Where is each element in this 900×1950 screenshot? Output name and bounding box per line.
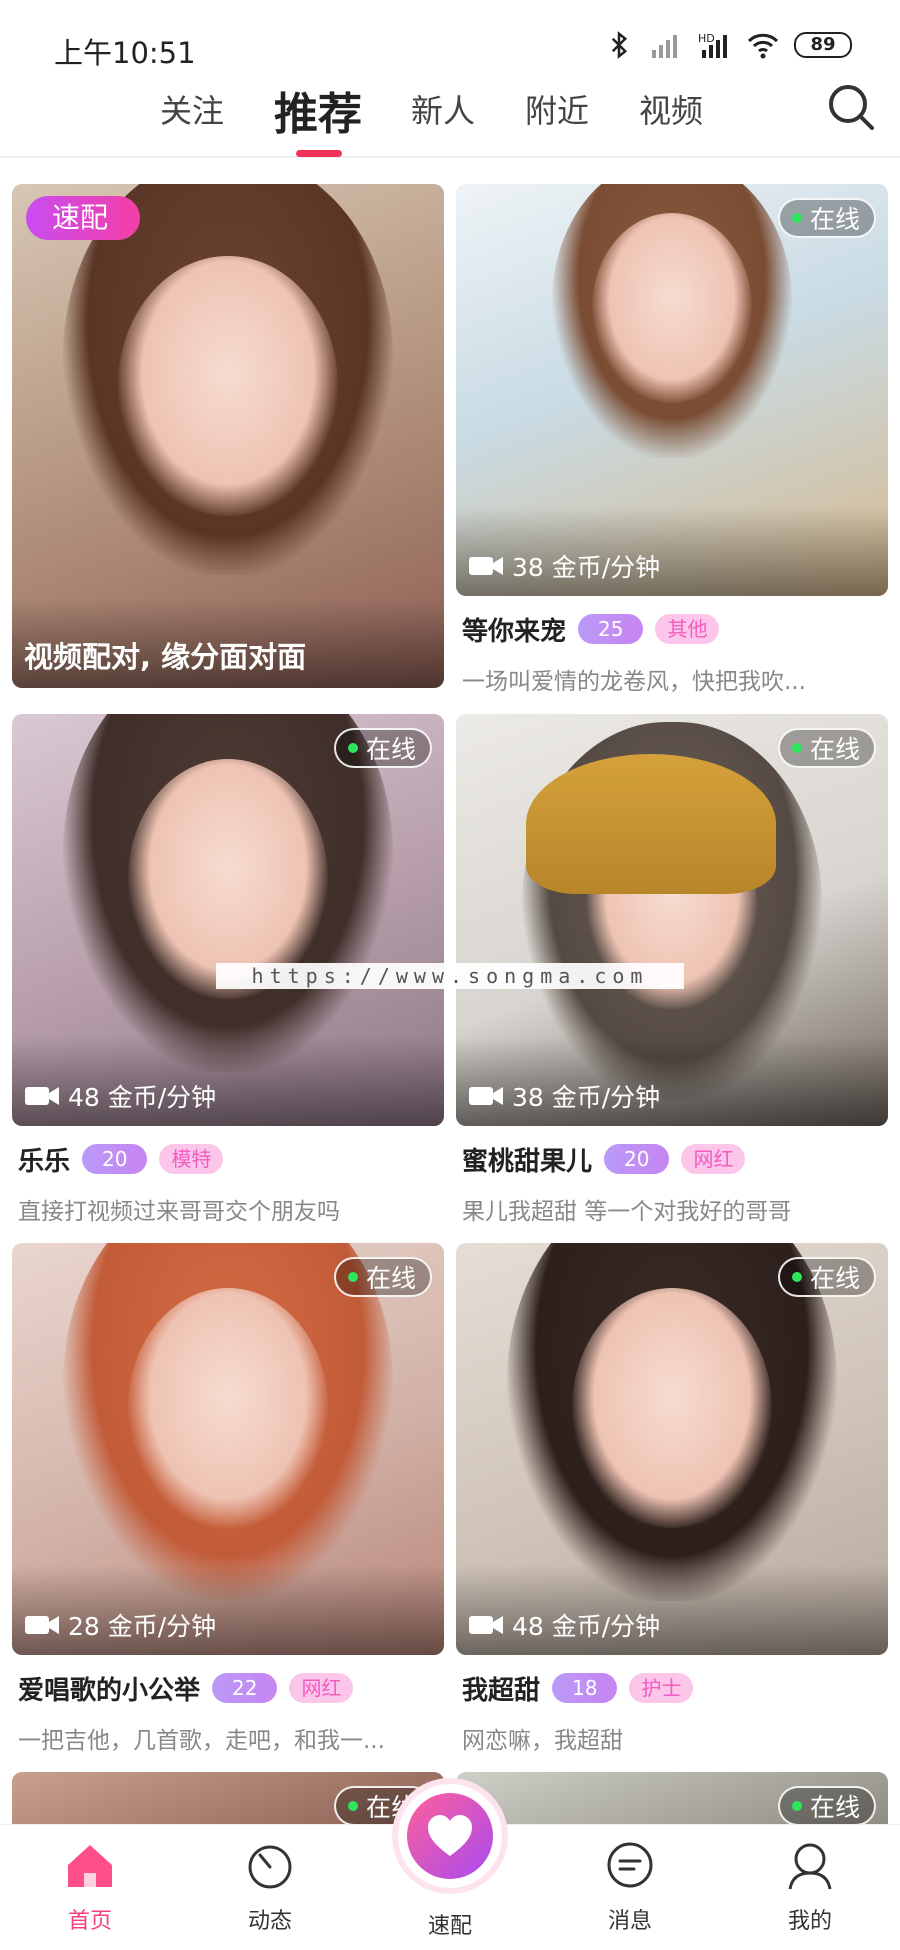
profile-name: 乐乐 <box>18 1146 71 1177</box>
top-tabs: 关注 推荐 新人 附近 视频 <box>0 78 900 158</box>
heart-icon <box>428 1815 472 1856</box>
age-badge: 20 <box>604 1144 670 1174</box>
video-camera-icon <box>25 1616 59 1634</box>
profile-photo: 在线 <box>456 1772 888 1832</box>
price-label: 38 金币/分钟 <box>468 548 660 584</box>
profile-meta: 乐乐 20 模特 直接打视频过来哥哥交个朋友吗 <box>18 1134 444 1226</box>
price-label: 48 金币/分钟 <box>468 1607 660 1643</box>
online-badge: 在线 <box>777 1257 876 1297</box>
nav-messages[interactable]: 消息 <box>580 1837 680 1935</box>
quick-match-caption: 视频配对, 缘分面对面 <box>24 640 307 674</box>
age-badge: 22 <box>212 1673 278 1703</box>
profile-bio: 网恋嘛，我超甜 <box>462 1728 623 1754</box>
online-badge: 在线 <box>333 1257 432 1297</box>
profile-name: 我超甜 <box>462 1675 541 1706</box>
age-badge: 20 <box>82 1144 148 1174</box>
quick-match-button-inner <box>407 1793 493 1879</box>
quick-match-badge: 速配 <box>26 196 141 240</box>
profile-bio: 直接打视频过来哥哥交个朋友吗 <box>18 1199 340 1225</box>
tab-new[interactable]: 新人 <box>411 86 475 132</box>
age-badge: 18 <box>552 1673 618 1703</box>
online-dot-icon <box>791 213 802 223</box>
profession-tag: 网红 <box>681 1144 746 1174</box>
video-camera-icon <box>25 1087 59 1105</box>
nav-profile[interactable]: 我的 <box>760 1837 860 1935</box>
online-dot-icon <box>791 743 802 753</box>
profile-name: 等你来宠 <box>462 616 567 647</box>
nav-home[interactable]: 首页 <box>40 1837 140 1935</box>
online-dot-icon <box>791 1801 802 1811</box>
nav-moments[interactable]: 动态 <box>220 1837 320 1935</box>
bluetooth-icon <box>611 31 628 59</box>
online-badge: 在线 <box>777 728 876 768</box>
profession-tag: 护士 <box>629 1673 694 1703</box>
profession-tag: 网红 <box>289 1673 354 1703</box>
profile-photo: 在线 <box>12 1772 444 1832</box>
quick-match-photo: 速配 视频配对, 缘分面对面 <box>12 184 444 688</box>
video-camera-icon <box>469 557 503 575</box>
profession-tag: 模特 <box>159 1144 224 1174</box>
tab-recommended[interactable]: 推荐 <box>274 78 362 142</box>
status-time: 上午10:51 <box>54 36 196 70</box>
status-bar: 上午10:51 HD 89 <box>0 0 900 75</box>
moments-icon <box>248 1845 292 1889</box>
online-dot-icon <box>791 1272 802 1282</box>
profile-meta: 爱唱歌的小公举 22 网红 一把吉他，几首歌，走吧，和我一... <box>18 1663 444 1755</box>
tab-indicator <box>296 150 342 157</box>
profile-photo: 在线 48 金币/分钟 <box>12 714 444 1126</box>
hd-signal-icon: HD <box>698 32 727 58</box>
quick-match-button[interactable] <box>398 1784 502 1888</box>
search-icon[interactable] <box>824 80 880 136</box>
profession-tag: 其他 <box>655 614 720 644</box>
signal-icon <box>652 35 677 58</box>
profile-photo: 在线 38 金币/分钟 <box>456 184 888 596</box>
profile-name: 蜜桃甜果儿 <box>462 1146 593 1177</box>
profile-photo: 在线 38 金币/分钟 <box>456 714 888 1126</box>
online-dot-icon <box>347 743 358 753</box>
video-camera-icon <box>469 1087 503 1105</box>
svg-text:HD: HD <box>698 32 715 45</box>
profile-bio: 果儿我超甜 等一个对我好的哥哥 <box>462 1199 792 1225</box>
online-dot-icon <box>347 1272 358 1282</box>
status-icons: HD 89 <box>602 30 852 60</box>
watermark: https://www.songma.com <box>216 963 684 989</box>
online-dot-icon <box>347 1801 358 1811</box>
tab-video[interactable]: 视频 <box>639 86 703 132</box>
battery-indicator: 89 <box>794 32 852 58</box>
wifi-icon <box>747 33 779 59</box>
online-badge: 在线 <box>777 1786 876 1826</box>
tab-following[interactable]: 关注 <box>160 86 224 132</box>
tab-nearby[interactable]: 附近 <box>525 86 589 132</box>
profile-meta: 等你来宠 25 其他 一场叫爱情的龙卷风，快把我吹... <box>462 604 888 696</box>
online-badge: 在线 <box>333 728 432 768</box>
price-label: 48 金币/分钟 <box>24 1078 216 1114</box>
hat-shape <box>526 754 776 894</box>
nav-quick-match-label[interactable]: 速配 <box>400 1908 500 1940</box>
profile-photo: 在线 48 金币/分钟 <box>456 1243 888 1655</box>
home-icon <box>68 1845 112 1887</box>
price-label: 38 金币/分钟 <box>468 1078 660 1114</box>
price-label: 28 金币/分钟 <box>24 1607 216 1643</box>
message-icon <box>607 1842 653 1888</box>
online-badge: 在线 <box>777 198 876 238</box>
profile-bio: 一把吉他，几首歌，走吧，和我一... <box>18 1728 385 1754</box>
profile-name: 爱唱歌的小公举 <box>18 1675 201 1706</box>
age-badge: 25 <box>578 614 644 644</box>
profile-icon <box>788 1843 832 1890</box>
profile-meta: 蜜桃甜果儿 20 网红 果儿我超甜 等一个对我好的哥哥 <box>462 1134 888 1226</box>
profile-bio: 一场叫爱情的龙卷风，快把我吹... <box>462 669 806 695</box>
video-camera-icon <box>469 1616 503 1634</box>
profile-meta: 我超甜 18 护士 网恋嘛，我超甜 <box>462 1663 888 1755</box>
profile-photo: 在线 28 金币/分钟 <box>12 1243 444 1655</box>
